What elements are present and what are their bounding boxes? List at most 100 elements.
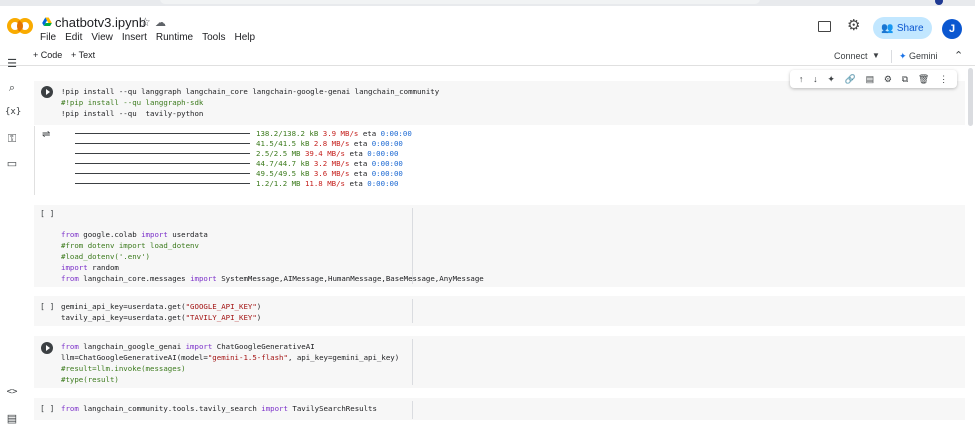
code-text: , api_key=gemini_api_key) [287,353,400,362]
key-icon[interactable]: ⚿ [5,133,19,146]
code-cell-api-keys[interactable]: [ ] gemini_api_key=userdata.get("GOOGLE_… [34,296,965,326]
code-string: "gemini-1.5-flash" [207,353,288,362]
left-sidebar: ☰ ⌕ {x} ⚿ ▭ <> ▤ [0,48,25,431]
menu-tools[interactable]: Tools [202,32,225,43]
progress-size: 41.5/41.5 kB [256,139,310,148]
code-text: ) [256,313,262,322]
code-line: !pip install --qu tavily-python [61,109,204,118]
menu-runtime[interactable]: Runtime [156,32,193,43]
variables-icon[interactable]: {x} [5,107,21,117]
run-cell-icon[interactable] [41,86,53,98]
code-text: TavilySearchResults [287,404,377,413]
cell-code[interactable]: from langchain_community.tools.tavily_se… [61,403,377,414]
scrollbar-thumb[interactable] [968,68,973,126]
toc-icon[interactable]: ☰ [5,57,19,70]
menu-insert[interactable]: Insert [122,32,147,43]
progress-size: 1.2/1.2 MB [256,179,301,188]
run-cell-icon[interactable] [41,342,53,354]
code-string: "GOOGLE_API_KEY" [185,302,257,311]
progress-size: 2.5/2.5 MB [256,149,301,158]
comment-icon[interactable] [818,21,831,32]
cell-code[interactable]: !pip install --qu langgraph langchain_co… [61,86,439,119]
more-vert-icon[interactable]: ⋮ [939,74,948,85]
gear-icon[interactable]: ⚙ [847,16,860,34]
add-code-button[interactable]: + Code [33,50,62,60]
code-snippets-icon[interactable]: <> [5,387,19,397]
notebook-title[interactable]: chatbotv3.ipynb [55,15,146,30]
progress-size: 138.2/138.2 kB [256,129,319,138]
profile-dot[interactable] [935,0,943,5]
code-text: ChatGoogleGenerativeAI [212,342,315,351]
code-comment: #type(result) [61,375,119,384]
menubar: File Edit View Insert Runtime Tools Help [40,32,264,43]
comment-icon[interactable]: ▤ [866,74,875,85]
code-text: SystemMessage,AIMessage,HumanMessage,Bas… [216,274,484,283]
chevron-up-icon[interactable]: ⌃ [954,49,963,62]
code-keyword: from [61,404,79,413]
cell-code[interactable]: gemini_api_key=userdata.get("GOOGLE_API_… [61,301,261,323]
cell-execution-count[interactable]: [ ] [40,302,54,311]
mirror-icon[interactable]: ⧉ [902,74,908,85]
arrow-down-icon[interactable]: ↓ [813,74,818,84]
progress-eta-label: eta [353,139,368,148]
add-text-button[interactable]: + Text [71,50,95,60]
code-text: langchain_google_genai [78,342,186,351]
progress-eta-label: eta [353,169,368,178]
terminal-icon[interactable]: ▤ [5,412,19,425]
code-line: #!pip install --qu langgraph-sdk [61,98,204,107]
menu-file[interactable]: File [40,32,56,43]
search-icon[interactable]: ⌕ [5,82,19,95]
code-comment: #result=llm.invoke(messages) [61,364,186,373]
progress-speed: 11.8 MB/s [304,179,345,188]
code-text: tavily_api_key=userdata.get( [61,313,186,322]
output-settings-icon[interactable]: ⇌ [42,129,50,140]
code-cell-imports[interactable]: [ ] from google.colab import userdata #f… [34,205,965,287]
trash-icon[interactable]: 🗑 [918,74,929,85]
progress-eta: 0:00:00 [371,169,403,178]
drive-icon [42,17,52,26]
link-icon[interactable]: 🔗 [845,74,856,85]
ruler-line [412,401,413,419]
cell-code[interactable]: from langchain_google_genai import ChatG… [61,341,399,385]
share-button[interactable]: 👥 Share [873,17,932,39]
code-keyword: import [261,404,288,413]
cell-execution-count[interactable]: [ ] [40,209,54,218]
address-bar[interactable] [160,0,760,4]
code-cell-llm[interactable]: from langchain_google_genai import ChatG… [34,336,965,388]
gemini-spark-icon: ✦ [899,51,910,61]
progress-size: 49.5/49.5 kB [256,169,310,178]
connect-button[interactable]: Connect [834,51,868,61]
menu-help[interactable]: Help [234,32,255,43]
progress-speed: 2.8 MB/s [313,139,350,148]
header: chatbotv3.ipynb ☆ ☁ File Edit View Inser… [0,6,975,48]
gemini-button[interactable]: ✦ Gemini [899,51,938,62]
chevron-down-icon[interactable]: ▼ [872,51,880,60]
code-keyword: from [61,342,79,351]
folder-icon[interactable]: ▭ [5,157,19,170]
cell-toolbar: ↑ ↓ ✦ 🔗 ▤ ⚙ ⧉ 🗑 ⋮ [790,70,957,88]
gear-icon[interactable]: ⚙ [884,74,892,85]
progress-eta-label: eta [349,149,363,158]
cell-code[interactable]: from google.colab import userdata #from … [61,229,484,284]
gemini-spark-icon[interactable]: ✦ [827,74,835,85]
avatar[interactable]: J [942,19,962,39]
code-comment: #from dotenv import load_dotenv [61,241,199,250]
progress-speed: 3.2 MB/s [313,159,350,168]
progress-eta-label: eta [349,179,363,188]
cell-execution-count[interactable]: [ ] [40,404,54,413]
progress-eta-label: eta [353,159,368,168]
code-comment: #load_dotenv('.env') [61,252,150,261]
progress-speed: 39.4 MB/s [304,149,345,158]
cloud-icon[interactable]: ☁ [155,16,166,29]
arrow-up-icon[interactable]: ↑ [799,74,804,84]
star-icon[interactable]: ☆ [140,15,151,29]
code-text: langchain_core.messages [78,274,191,283]
code-keyword: import [141,230,168,239]
menu-view[interactable]: View [91,32,113,43]
code-cell-tavily[interactable]: [ ] from langchain_community.tools.tavil… [34,398,965,420]
code-keyword: import [185,342,213,351]
progress-speed: 3.9 MB/s [322,129,359,138]
colab-logo[interactable] [7,18,33,36]
menu-edit[interactable]: Edit [65,32,82,43]
code-string: "TAVILY_API_KEY" [185,313,257,322]
